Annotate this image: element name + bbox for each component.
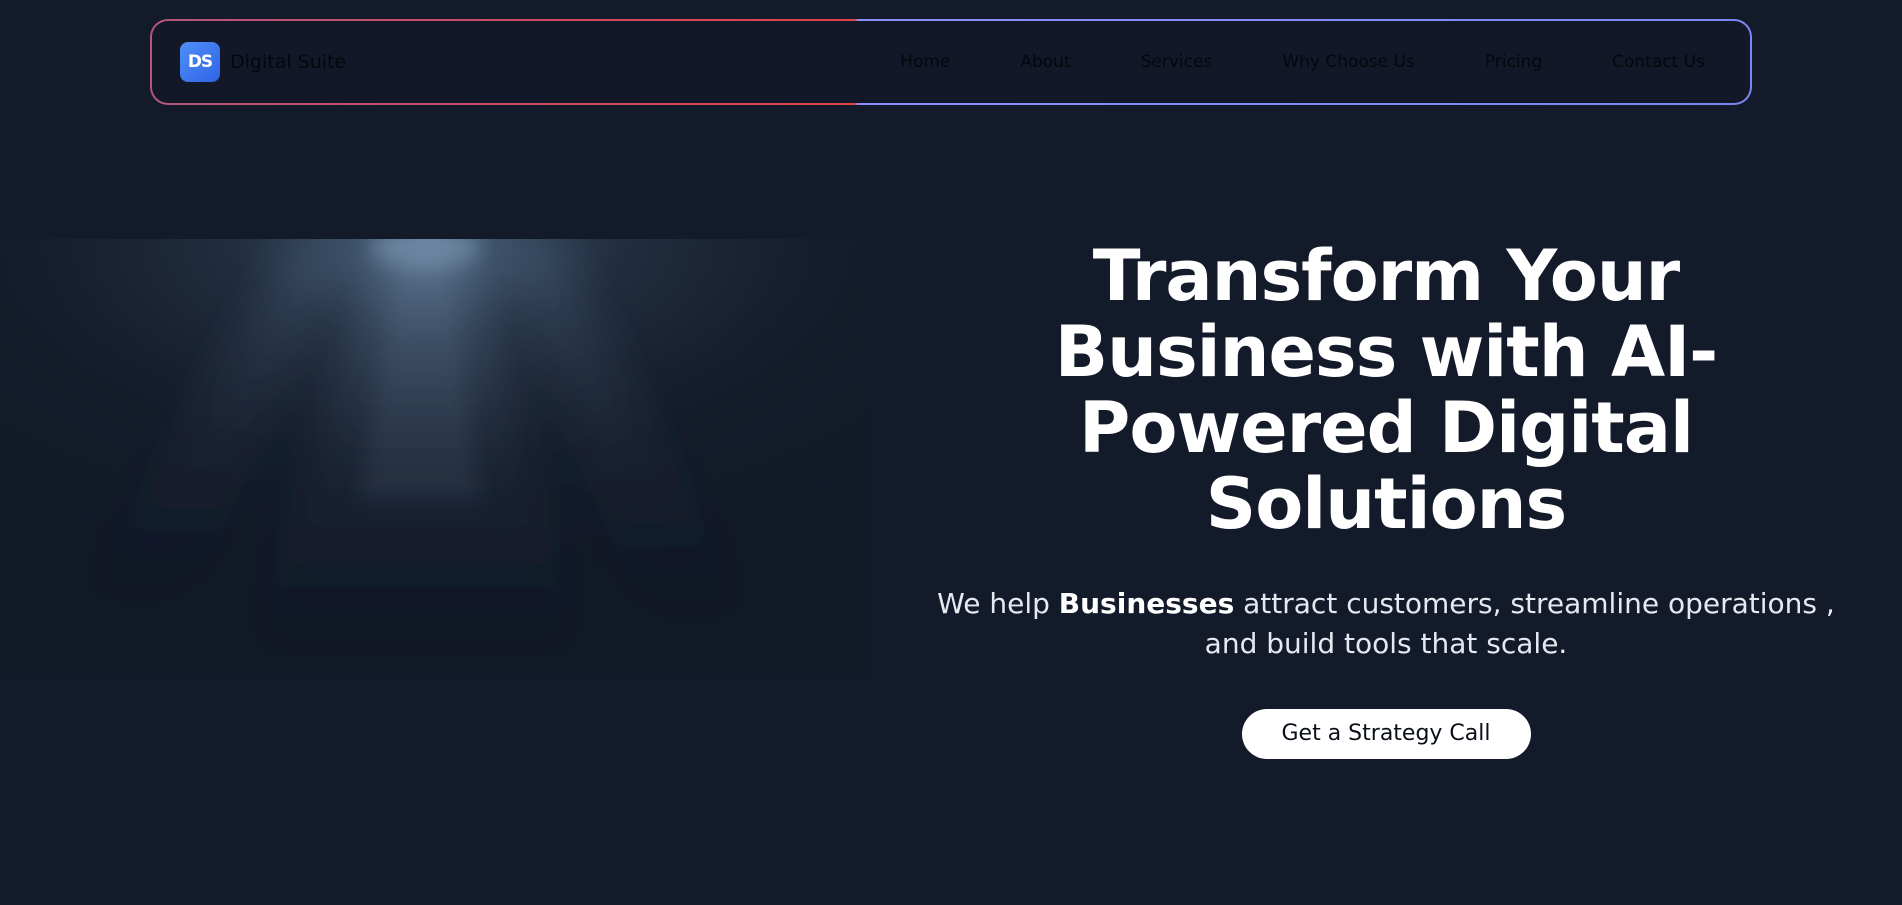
strategy-call-button[interactable]: Get a Strategy Call xyxy=(1241,709,1531,759)
nav-link-pricing[interactable]: Pricing xyxy=(1485,52,1542,72)
nav-link-contact-us[interactable]: Contact Us xyxy=(1612,52,1705,72)
logo-badge: DS xyxy=(180,42,220,82)
nav-link-about[interactable]: About xyxy=(1020,52,1070,72)
spotlight-graphic xyxy=(0,239,872,674)
navbar: DS Digital Suite Home About Services Why… xyxy=(152,21,1750,103)
hero-spotlight-visual xyxy=(0,239,872,674)
navbar-border: DS Digital Suite Home About Services Why… xyxy=(150,19,1752,105)
nav-link-home[interactable]: Home xyxy=(900,52,950,72)
hero-subtitle-emphasis: Businesses xyxy=(1058,587,1235,620)
hero-subtitle-end: attract customers, streamline operations… xyxy=(1204,587,1835,660)
logo[interactable]: DS Digital Suite xyxy=(180,42,346,82)
hero-subtitle: We help Businesses attract customers, st… xyxy=(936,584,1836,664)
nav-link-why-choose-us[interactable]: Why Choose Us xyxy=(1282,52,1415,72)
hero-subtitle-start: We help xyxy=(937,587,1059,620)
hero-title: Transform Your Business with AI-Powered … xyxy=(1054,235,1718,545)
nav-links: Home About Services Why Choose Us Pricin… xyxy=(900,52,1705,72)
nav-link-services[interactable]: Services xyxy=(1141,52,1213,72)
brand-name: Digital Suite xyxy=(230,51,347,73)
page: DS Digital Suite Home About Services Why… xyxy=(0,0,1902,905)
hero-content: Transform Your Business with AI-Powered … xyxy=(932,238,1840,759)
